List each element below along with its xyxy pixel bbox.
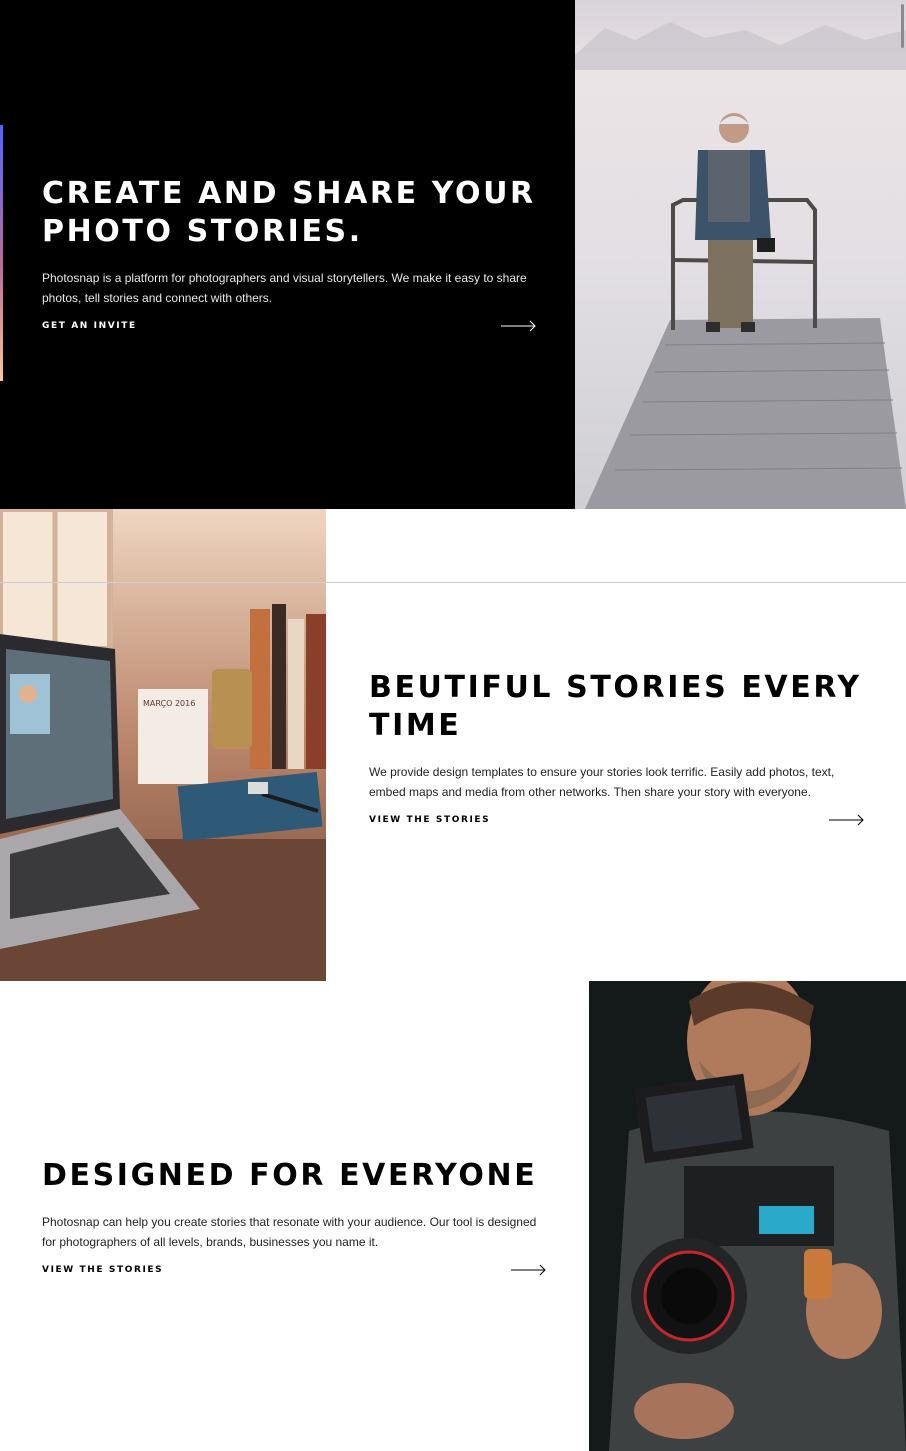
section-divider xyxy=(0,582,906,583)
feature-1-title: BEUTIFUL STORIES EVERY TIME xyxy=(369,670,862,743)
accent-gradient-bar xyxy=(0,125,3,381)
feature-beautiful-stories-section: MARÇO 2016 BEUTIFUL STORIES EVERY TIME W… xyxy=(0,509,906,981)
feature-2-content: DESIGNED FOR EVERYONE Photosnap can help… xyxy=(42,1157,547,1276)
hero-content: CREATE AND SHARE YOUR PHOTO STORIES. Pho… xyxy=(42,175,537,332)
hero-section: CREATE AND SHARE YOUR PHOTO STORIES. Pho… xyxy=(0,0,906,509)
get-invite-label: GET AN INVITE xyxy=(42,321,137,331)
feature-2-description: Photosnap can help you create stories th… xyxy=(42,1215,537,1249)
get-invite-link[interactable]: GET AN INVITE xyxy=(42,320,537,332)
view-stories-link-1[interactable]: VIEW THE STORIES xyxy=(369,814,865,826)
feature-2-title: DESIGNED FOR EVERYONE xyxy=(42,1158,538,1193)
hero-title: CREATE AND SHARE YOUR PHOTO STORIES. xyxy=(42,176,536,249)
scrollbar-thumb[interactable] xyxy=(901,4,904,48)
arrow-right-icon xyxy=(829,814,864,826)
laptop-desk-photo: MARÇO 2016 xyxy=(0,509,326,981)
view-stories-label-1: VIEW THE STORIES xyxy=(369,815,491,825)
view-stories-label-2: VIEW THE STORIES xyxy=(42,1265,164,1275)
view-stories-link-2[interactable]: VIEW THE STORIES xyxy=(42,1264,547,1276)
arrow-right-icon xyxy=(511,1264,546,1276)
calendar-label: MARÇO 2016 xyxy=(143,699,195,708)
feature-designed-for-everyone-section: DESIGNED FOR EVERYONE Photosnap can help… xyxy=(0,981,906,1451)
feature-1-description: We provide design templates to ensure yo… xyxy=(369,765,835,799)
camera-operator-photo xyxy=(589,981,906,1451)
arrow-right-icon xyxy=(501,320,536,332)
feature-1-content: BEUTIFUL STORIES EVERY TIME We provide d… xyxy=(369,669,865,826)
hero-description: Photosnap is a platform for photographer… xyxy=(42,271,527,305)
man-on-pier-photo xyxy=(575,0,906,509)
